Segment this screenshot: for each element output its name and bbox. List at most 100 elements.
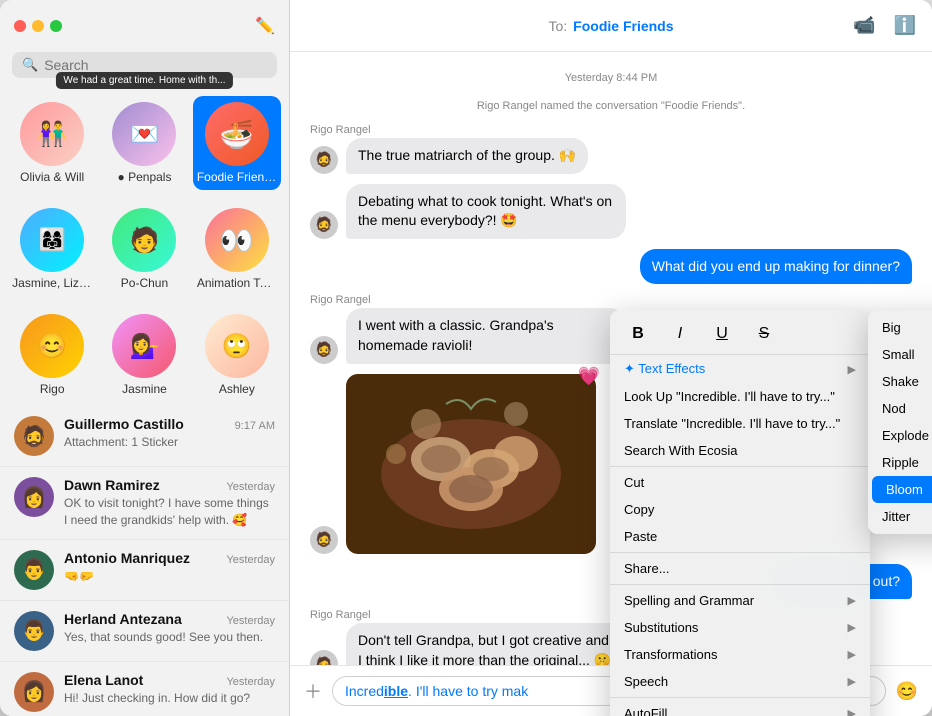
sidebar-item-jasmine-solo[interactable]: 💁‍♀️ Jasmine <box>100 308 188 402</box>
avatar-foodie: 🍜 <box>205 102 269 166</box>
msg-avatar-image: 🧔 <box>310 526 338 554</box>
message-date-stamp: Yesterday 8:44 PM <box>310 72 912 84</box>
context-menu-format-row: B I U S <box>610 314 870 355</box>
avatar-label-pochun: Po-Chun <box>121 276 168 290</box>
context-item-search-ecosia[interactable]: Search With Ecosia <box>610 437 870 464</box>
sidebar-item-jasmine-group[interactable]: 👩‍👩‍👧 Jasmine, Liz &... <box>8 202 96 296</box>
context-item-substitutions[interactable]: Substitutions ▶ <box>610 614 870 641</box>
conv-item-dawn[interactable]: 👩 Dawn Ramirez Yesterday OK to visit ton… <box>0 467 289 540</box>
bubble-1: The true matriarch of the group. 🙌 <box>346 138 588 174</box>
submenu-item-nod[interactable]: Nod <box>868 395 932 422</box>
video-call-icon[interactable]: 📹 <box>853 15 875 36</box>
translate-label: Translate "Incredible. I'll have to try.… <box>624 416 840 431</box>
conv-time-elena: Yesterday <box>226 676 275 688</box>
format-strikethrough-button[interactable]: S <box>752 322 776 346</box>
avatar-elena: 👩 <box>14 672 54 712</box>
format-underline-button[interactable]: U <box>710 322 734 346</box>
chat-header: To: Foodie Friends 📹 ℹ️ <box>290 0 932 52</box>
context-item-transformations[interactable]: Transformations ▶ <box>610 641 870 668</box>
compose-icon[interactable]: ✏️ <box>255 16 275 36</box>
avatar-label-foodie: Foodie Friends <box>197 170 277 184</box>
context-item-speech[interactable]: Speech ▶ <box>610 668 870 695</box>
transformations-arrow: ▶ <box>848 648 856 661</box>
conv-preview-antonio: 🤜🤛 <box>64 568 275 585</box>
traffic-lights <box>14 20 62 32</box>
submenu-item-small[interactable]: Small <box>868 341 932 368</box>
transformations-label: Transformations <box>624 647 717 662</box>
submenu-item-jitter[interactable]: Jitter <box>868 503 932 530</box>
context-item-spelling[interactable]: Spelling and Grammar ▶ <box>610 587 870 614</box>
submenu-item-big[interactable]: Big <box>868 314 932 341</box>
submenu-item-shake[interactable]: Shake <box>868 368 932 395</box>
sidebar-item-penpals[interactable]: We had a great time. Home with th... 💌 ●… <box>100 96 188 190</box>
input-regular-text: Incred <box>345 683 384 699</box>
bubble-2: Debating what to cook tonight. What's on… <box>346 184 626 239</box>
conv-item-elena[interactable]: 👩 Elena Lanot Yesterday Hi! Just checkin… <box>0 662 289 716</box>
avatar-dawn: 👩 <box>14 477 54 517</box>
avatar-herland: 👨 <box>14 611 54 651</box>
context-item-autofill[interactable]: AutoFill ▶ <box>610 700 870 716</box>
autofill-label: AutoFill <box>624 706 667 716</box>
submenu-item-bloom[interactable]: Bloom <box>872 476 932 503</box>
format-bold-button[interactable]: B <box>626 322 650 346</box>
avatar-penpals: 💌 <box>112 102 176 166</box>
conv-content-herland: Herland Antezana Yesterday Yes, that sou… <box>64 611 275 646</box>
sidebar-item-pochun[interactable]: 🧑 Po-Chun <box>100 202 188 296</box>
message-row-1: Rigo Rangel 🧔 The true matriarch of the … <box>310 124 912 174</box>
minimize-button[interactable] <box>32 20 44 32</box>
sidebar-item-animation[interactable]: 👀 Animation Team <box>193 202 281 296</box>
avatar-label-jasmine-group: Jasmine, Liz &... <box>12 276 92 290</box>
main-chat: To: Foodie Friends 📹 ℹ️ Yesterday 8:44 P… <box>290 0 932 716</box>
fullscreen-button[interactable] <box>50 20 62 32</box>
context-menu: B I U S ✦ Text Effects ▶ Look Up "Incred… <box>610 310 870 716</box>
sidebar-item-foodie[interactable]: 🍜 Foodie Friends <box>193 96 281 190</box>
search-input[interactable] <box>44 57 267 73</box>
input-suffix-text: . I'll have to try mak <box>408 683 528 699</box>
search-ecosia-label: Search With Ecosia <box>624 443 737 458</box>
avatar-guillermo: 🧔 <box>14 416 54 456</box>
chat-recipient-name[interactable]: Foodie Friends <box>573 18 673 34</box>
sidebar-item-olivia[interactable]: 👫 Olivia & Will <box>8 96 96 190</box>
conv-preview-guillermo: Attachment: 1 Sticker <box>64 434 275 451</box>
avatar-jasmine-group: 👩‍👩‍👧 <box>20 208 84 272</box>
cut-label: Cut <box>624 475 644 490</box>
submenu-item-ripple[interactable]: Ripple <box>868 449 932 476</box>
input-bold-text: ible <box>384 683 408 699</box>
speech-label: Speech <box>624 674 668 689</box>
context-item-lookup[interactable]: Look Up "Incredible. I'll have to try...… <box>610 383 870 410</box>
msg-with-avatar-4: 🧔 I went with a classic. Grandpa's homem… <box>310 308 626 363</box>
heart-reaction: 💗 <box>578 366 600 387</box>
close-button[interactable] <box>14 20 26 32</box>
conv-preview-herland: Yes, that sounds good! See you then. <box>64 629 275 646</box>
conv-content-guillermo: Guillermo Castillo 9:17 AM Attachment: 1… <box>64 416 275 451</box>
avatar-grid-row2: 👩‍👩‍👧 Jasmine, Liz &... 🧑 Po-Chun 👀 Anim… <box>0 194 289 300</box>
avatar-label-rigo: Rigo <box>40 382 65 396</box>
sidebar-item-rigo[interactable]: 😊 Rigo <box>8 308 96 402</box>
format-italic-button[interactable]: I <box>668 322 692 346</box>
substitutions-arrow: ▶ <box>848 621 856 634</box>
avatar-label-jasmine-solo: Jasmine <box>122 382 167 396</box>
conv-item-guillermo[interactable]: 🧔 Guillermo Castillo 9:17 AM Attachment:… <box>0 406 289 467</box>
conv-time-herland: Yesterday <box>226 615 275 627</box>
submenu-item-explode[interactable]: Explode <box>868 422 932 449</box>
context-item-translate[interactable]: Translate "Incredible. I'll have to try.… <box>610 410 870 437</box>
emoji-button[interactable]: 😊 <box>896 681 918 702</box>
context-item-cut[interactable]: Cut <box>610 469 870 496</box>
conv-time-dawn: Yesterday <box>226 481 275 493</box>
avatar-label-penpals: ● Penpals <box>118 170 172 184</box>
add-content-button[interactable]: ＋ <box>304 678 322 704</box>
sidebar-item-ashley[interactable]: 🙄 Ashley <box>193 308 281 402</box>
context-item-copy[interactable]: Copy <box>610 496 870 523</box>
speech-arrow: ▶ <box>848 675 856 688</box>
conv-item-herland[interactable]: 👨 Herland Antezana Yesterday Yes, that s… <box>0 601 289 662</box>
share-label: Share... <box>624 561 670 576</box>
sidebar: ✏️ 🔍 👫 Olivia & Will We had a great time… <box>0 0 290 716</box>
spelling-label: Spelling and Grammar <box>624 593 754 608</box>
context-item-text-effects[interactable]: ✦ Text Effects ▶ <box>610 355 870 383</box>
context-item-share[interactable]: Share... <box>610 555 870 582</box>
conv-name-dawn: Dawn Ramirez <box>64 477 160 493</box>
conv-item-antonio[interactable]: 👨 Antonio Manriquez Yesterday 🤜🤛 <box>0 540 289 601</box>
info-icon[interactable]: ℹ️ <box>894 15 916 36</box>
context-item-paste[interactable]: Paste <box>610 523 870 550</box>
autofill-arrow: ▶ <box>848 707 856 716</box>
